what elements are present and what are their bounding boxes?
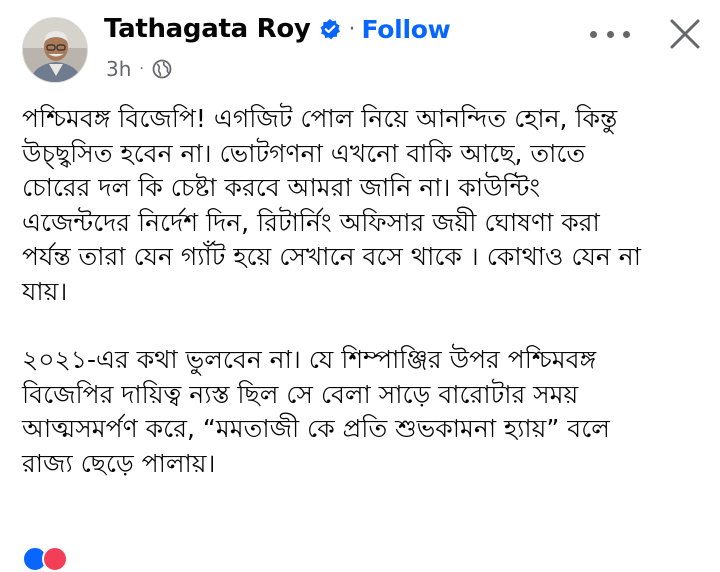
text-line: রাজ্য ছেড়ে পালায়। [22, 448, 216, 478]
author-photo [23, 18, 87, 82]
reaction-icons[interactable] [22, 546, 68, 572]
follow-button[interactable]: Follow [362, 15, 451, 44]
post-paragraph: পশ্চিমবঙ্গ বিজেপি! এগজিট পোল নিয়ে আনন্দ… [22, 102, 712, 309]
text-line: আত্মসমর্পণ করে, “মমতাজী কে প্রতি শুভকামন… [22, 414, 610, 443]
more-dot [623, 30, 630, 38]
text-line: উচ্ছ্বসিত হবেন না। ভোটগণনা এখনো বাকি আছে… [22, 138, 586, 168]
text-line: পশ্চিমবঙ্গ বিজেপি! এগজিট পোল নিয়ে আনন্দ… [22, 104, 618, 133]
author-name[interactable]: Tathagata Roy [104, 14, 311, 44]
close-icon[interactable] [668, 17, 702, 51]
verified-badge-icon [319, 18, 341, 40]
author-avatar[interactable] [22, 17, 88, 83]
post-body: পশ্চিমবঙ্গ বিজেপি! এগজিট পোল নিয়ে আনন্দ… [22, 102, 712, 481]
love-reaction-icon [42, 546, 68, 572]
post-meta: 3h · [106, 57, 172, 81]
globe-icon [152, 59, 172, 79]
more-dot [590, 30, 597, 38]
post-header: Tathagata Roy · Follow 3h · [0, 0, 720, 95]
more-options-icon[interactable] [590, 22, 630, 46]
author-row: Tathagata Roy · Follow [104, 14, 451, 44]
post-paragraph: ২০২১-এর কথা ভুলবেন না। যে শিম্পাঞ্জির উপ… [22, 343, 712, 481]
separator-dot: · [348, 16, 356, 42]
text-line: ২০২১-এর কথা ভুলবেন না। যে শিম্পাঞ্জির উপ… [22, 345, 597, 374]
text-line: যায়। [22, 276, 68, 306]
meta-separator: · [139, 61, 144, 77]
post-timestamp[interactable]: 3h [106, 57, 131, 81]
text-line: এজেন্টদের নির্দেশ দিন, রিটার্নিং অফিসার … [22, 207, 600, 237]
more-dot [606, 30, 614, 38]
text-line: চোরের দল কি চেষ্টা করবে আমরা জানি না। কা… [22, 173, 541, 202]
text-line: পর্যন্ত তারা যেন গ্যাঁট হয়ে সেখানে বসে … [22, 242, 641, 271]
text-line: বিজেপির দায়িত্ব ন্যস্ত ছিল সে বেলা সাড়… [22, 379, 579, 409]
